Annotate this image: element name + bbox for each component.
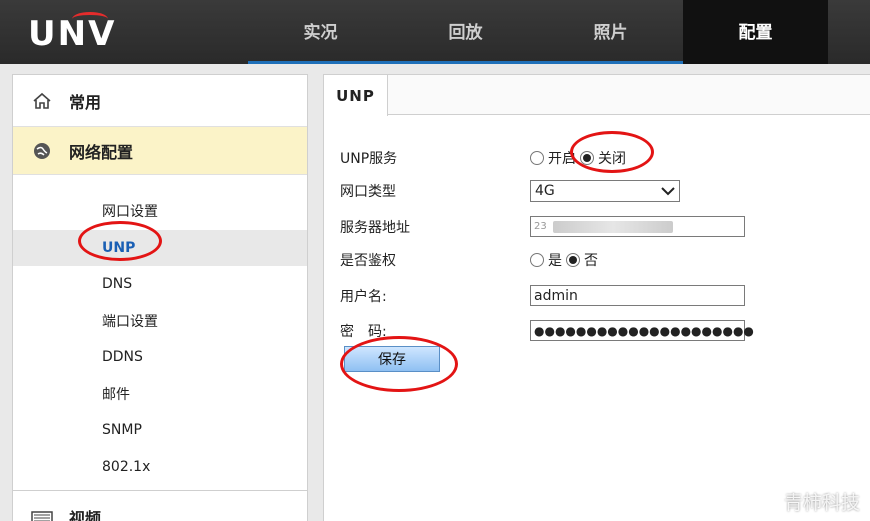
radio-icon bbox=[530, 253, 544, 267]
sidebar-item-email[interactable]: 邮件 bbox=[13, 376, 307, 413]
row-unp-service: UNP服务 开启 关闭 bbox=[340, 148, 630, 168]
password-input[interactable]: ●●●●●●●●●●●●●●●●●●●●● bbox=[530, 320, 754, 341]
tab-config[interactable]: 配置 bbox=[683, 0, 828, 64]
radio-checked-icon bbox=[566, 253, 580, 267]
row-net-type: 网口类型 4G bbox=[340, 180, 680, 202]
main-panel: UNP UNP服务 开启 关闭 网口类型 4G 服务器地址 23 是否鉴权 是 bbox=[323, 74, 870, 521]
blurred-value bbox=[552, 220, 673, 233]
username-input[interactable]: admin bbox=[530, 285, 745, 306]
field-label: 用户名: bbox=[340, 288, 387, 305]
sidebar-item-label: 网络配置 bbox=[69, 142, 134, 162]
sidebar-item-label: 视频 bbox=[69, 508, 102, 521]
sidebar-item-dns[interactable]: DNS bbox=[13, 266, 307, 303]
radio-checked-icon bbox=[580, 151, 594, 165]
sidebar-item-ddns[interactable]: DDNS bbox=[13, 339, 307, 376]
logo-swoosh-icon bbox=[72, 12, 108, 26]
sidebar-item-video[interactable]: 视频 bbox=[13, 490, 307, 521]
field-label: 是否鉴权 bbox=[340, 253, 396, 269]
radio-icon bbox=[530, 151, 544, 165]
network-submenu: 网口设置 UNP DNS 端口设置 DDNS 邮件 SNMP 802.1x bbox=[13, 175, 307, 485]
nettype-select[interactable]: 4G bbox=[530, 180, 680, 202]
chevron-down-icon bbox=[661, 187, 675, 196]
row-password: 密 码: ●●●●●●●●●●●●●●●●●●●●● bbox=[340, 320, 754, 341]
radio-service-off[interactable]: 关闭 bbox=[580, 148, 626, 168]
globe-icon bbox=[31, 140, 53, 162]
row-server-address: 服务器地址 23 bbox=[340, 216, 745, 237]
server-address-input[interactable]: 23 bbox=[530, 216, 745, 237]
row-username: 用户名: admin bbox=[340, 285, 745, 306]
tab-live[interactable]: 实况 bbox=[248, 0, 393, 64]
sidebar-item-network[interactable]: 网络配置 bbox=[13, 127, 307, 175]
field-label: 密 码: bbox=[340, 323, 387, 340]
tab-strip: UNP bbox=[324, 75, 870, 116]
field-label: 网口类型 bbox=[340, 184, 396, 200]
sidebar-item-port-settings[interactable]: 网口设置 bbox=[13, 193, 307, 230]
sidebar-item-8021x[interactable]: 802.1x bbox=[13, 449, 307, 486]
radio-auth-no[interactable]: 否 bbox=[566, 250, 598, 270]
sidebar-item-general[interactable]: 常用 bbox=[13, 75, 307, 127]
sidebar: 常用 网络配置 网口设置 UNP DNS 端口设置 DDNS 邮件 SNMP 8… bbox=[12, 74, 308, 521]
sidebar-item-label: 常用 bbox=[69, 92, 102, 112]
sidebar-item-port-config[interactable]: 端口设置 bbox=[13, 303, 307, 340]
tab-unp[interactable]: UNP bbox=[324, 75, 388, 116]
brand-logo: UNV bbox=[28, 12, 116, 56]
row-auth: 是否鉴权 是 否 bbox=[340, 250, 602, 270]
radio-service-on[interactable]: 开启 bbox=[530, 148, 576, 168]
video-icon bbox=[31, 506, 53, 521]
home-icon bbox=[31, 90, 53, 112]
radio-auth-yes[interactable]: 是 bbox=[530, 250, 562, 270]
main-nav: 实况 回放 照片 配置 bbox=[248, 0, 828, 64]
top-bar: UNV 实况 回放 照片 配置 bbox=[0, 0, 870, 64]
weibo-icon bbox=[753, 491, 778, 512]
save-button[interactable]: 保存 bbox=[344, 346, 440, 372]
watermark: 青柿科技 bbox=[753, 488, 860, 515]
sidebar-item-snmp[interactable]: SNMP bbox=[13, 412, 307, 449]
field-label: 服务器地址 bbox=[340, 219, 410, 236]
tab-photos[interactable]: 照片 bbox=[538, 0, 683, 64]
field-label: UNP服务 bbox=[340, 151, 398, 167]
tab-playback[interactable]: 回放 bbox=[393, 0, 538, 64]
sidebar-item-unp[interactable]: UNP bbox=[13, 229, 307, 266]
